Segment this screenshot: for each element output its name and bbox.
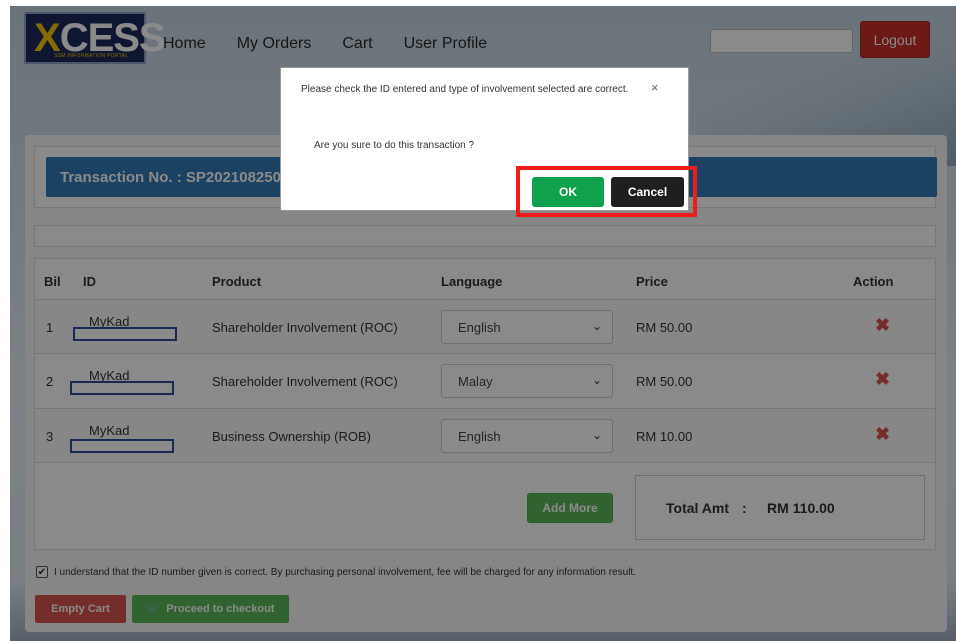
dialog-question: Are you sure to do this transaction ? [314,140,475,151]
highlight-box [516,166,697,217]
dialog-message: Please check the ID entered and type of … [301,84,629,95]
close-icon[interactable]: × [651,80,659,95]
